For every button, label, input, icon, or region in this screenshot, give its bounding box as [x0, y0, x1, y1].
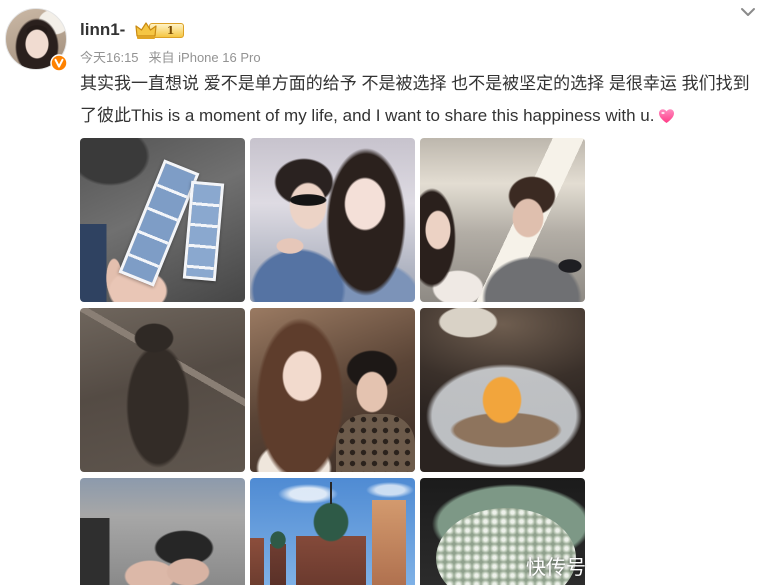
post-text: 其实我一直想说 爱不是单方面的给予 不是被选择 也不是被坚定的选择 是很幸运 我… — [80, 68, 756, 132]
post-photo-7[interactable] — [80, 478, 245, 585]
verified-badge — [50, 54, 68, 72]
weibo-post-card: linn1- 1 今天16:15 来自 iPhone 16 Pro 其实我一直想… — [0, 0, 759, 585]
post-photo-3[interactable] — [420, 138, 585, 302]
post-source: 来自 iPhone 16 Pro — [148, 50, 261, 65]
watermark: 快传号 — [526, 557, 586, 579]
crown-base — [137, 36, 156, 39]
author-name[interactable]: linn1- — [80, 18, 125, 42]
heart-sparkle — [661, 111, 666, 115]
photo-grid — [80, 138, 585, 585]
vip-badge[interactable]: 1 — [135, 20, 185, 40]
pink-heart-icon — [659, 109, 675, 123]
post-photo-8[interactable] — [250, 478, 415, 585]
post-photo-5[interactable] — [250, 308, 415, 472]
crown-shape — [135, 22, 157, 37]
post-text-content: 其实我一直想说 爱不是单方面的给予 不是被选择 也不是被坚定的选择 是很幸运 我… — [80, 74, 750, 125]
chevron-down-icon — [741, 8, 755, 16]
heart-shape — [659, 109, 675, 123]
more-options-button[interactable] — [739, 5, 757, 19]
chevron-stroke — [741, 8, 755, 16]
post-photo-1[interactable] — [80, 138, 245, 302]
post-photo-2[interactable] — [250, 138, 415, 302]
verified-circle — [50, 54, 68, 72]
post-meta: 今天16:15 来自 iPhone 16 Pro — [80, 49, 261, 67]
verified-v-icon — [50, 54, 68, 72]
post-time[interactable]: 今天16:15 — [80, 49, 139, 67]
post-photo-4[interactable] — [80, 308, 245, 472]
post-photo-6[interactable] — [420, 308, 585, 472]
crown-icon — [135, 22, 157, 39]
author-row: linn1- 1 — [80, 18, 185, 42]
